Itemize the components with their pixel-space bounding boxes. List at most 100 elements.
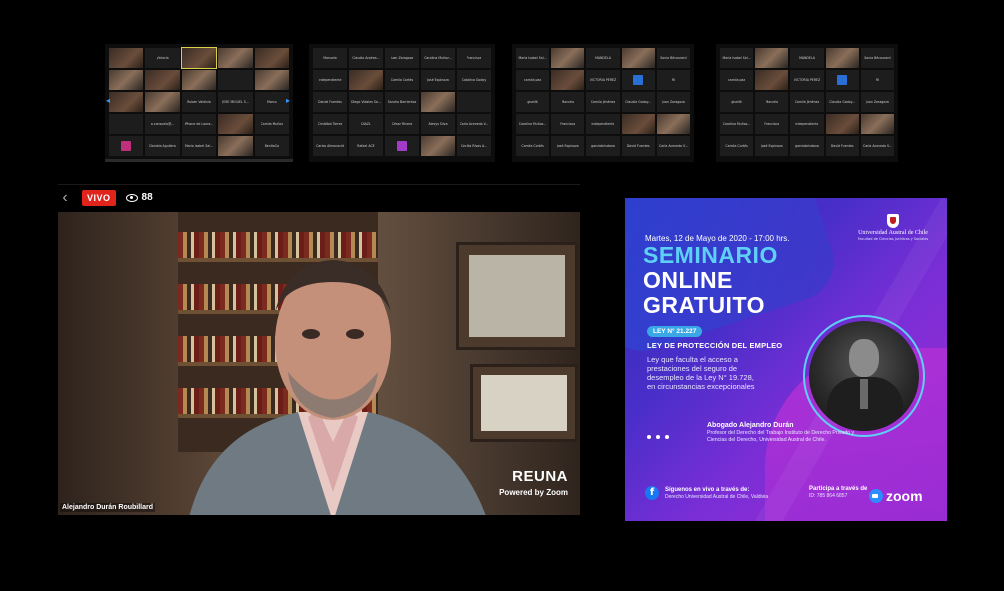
participant-tile[interactable] (421, 136, 455, 156)
participant-tile[interactable] (218, 48, 253, 68)
participant-tile[interactable] (656, 114, 690, 134)
participant-tile[interactable] (825, 48, 859, 68)
participant-tile[interactable] (109, 114, 144, 134)
participant-tile[interactable]: César Rivera (385, 114, 419, 134)
participant-tile[interactable]: Victoria (145, 48, 180, 68)
participant-tile[interactable] (109, 136, 144, 156)
participant-tile[interactable] (551, 70, 585, 90)
participant-tile[interactable]: Carla Acevedo V... (656, 136, 690, 156)
participant-tile[interactable]: camila paz (720, 70, 754, 90)
participant-tile[interactable] (218, 70, 253, 90)
participant-tile[interactable] (145, 70, 180, 90)
participant-tile[interactable]: Daniela Aguilera (145, 136, 180, 156)
participant-tile[interactable]: Marco (254, 92, 289, 112)
participant-tile[interactable]: DIAZL (349, 114, 383, 134)
participant-tile[interactable]: Claudia Godoy... (825, 92, 859, 112)
participant-tile[interactable]: Mario Isabel Sal... (181, 136, 217, 156)
participant-tile[interactable] (457, 92, 491, 112)
participant-tile[interactable]: Cecilia Rivas A... (457, 136, 491, 156)
participant-tile[interactable] (254, 70, 289, 90)
participant-tile[interactable]: Alexys Silva (421, 114, 455, 134)
participant-tile[interactable]: gisellit (516, 92, 550, 112)
participant-tile[interactable]: Camila Jiménez (586, 92, 620, 112)
participant-tile[interactable] (109, 92, 144, 112)
participant-tile[interactable]: garciabrisdana (586, 136, 620, 156)
participant-tile[interactable]: Marcelo (755, 92, 789, 112)
participant-tile[interactable]: gisellit (720, 92, 754, 112)
participant-tile[interactable] (180, 47, 218, 69)
participant-tile[interactable]: Diego Vidales Sa... (349, 92, 383, 112)
participant-tile[interactable]: iPhone de Laura... (181, 114, 217, 134)
participant-tile[interactable]: Carla Acevedo V... (860, 136, 894, 156)
participant-tile[interactable]: JOSE MIGUEL S... (218, 92, 253, 112)
participant-tile[interactable] (109, 48, 144, 68)
participant-tile[interactable]: Juan Zaragoza (860, 92, 894, 112)
participant-tile[interactable]: independiente (790, 114, 824, 134)
participant-tile[interactable]: Juan Zaragoza (656, 92, 690, 112)
participant-tile[interactable]: Marcelo (551, 92, 585, 112)
participant-tile[interactable]: a.consuelo@... (145, 114, 180, 134)
participant-tile[interactable]: Francisca (457, 48, 491, 68)
participant-tile[interactable]: Catalina Godoy (457, 70, 491, 90)
gallery-thumbnail-3[interactable]: Maria Isabel Sal... MANDELA Sonia Bécourar… (512, 44, 694, 162)
participant-tile[interactable]: RI (656, 70, 690, 90)
participant-tile[interactable] (218, 114, 253, 134)
participant-tile[interactable] (218, 136, 253, 156)
participant-tile[interactable]: David Fuentes (825, 136, 859, 156)
participant-tile[interactable]: MANDELA (790, 48, 824, 68)
participant-tile[interactable] (755, 48, 789, 68)
participant-tile[interactable] (254, 48, 289, 68)
participant-tile[interactable]: Daniel Fuentes (313, 92, 347, 112)
participant-tile[interactable]: David Fuentes (621, 136, 655, 156)
participant-tile[interactable] (825, 114, 859, 134)
participant-tile[interactable] (181, 70, 217, 90)
participant-tile[interactable]: Sandra Barrientos (385, 92, 419, 112)
participant-tile[interactable]: Carolina Muñoz... (720, 114, 754, 134)
back-arrow-icon[interactable]: ‹ (58, 189, 72, 207)
participant-tile[interactable] (109, 70, 144, 90)
participant-tile[interactable] (551, 48, 585, 68)
participant-tile[interactable]: José Espinoza (551, 136, 585, 156)
participant-tile[interactable] (621, 70, 655, 90)
next-page-icon[interactable]: ▸ (286, 96, 292, 106)
participant-tile[interactable]: Francisca (551, 114, 585, 134)
participant-tile[interactable] (825, 70, 859, 90)
participant-tile[interactable]: Francisca (755, 114, 789, 134)
participant-tile[interactable]: Cristóbal Torres (313, 114, 347, 134)
participant-tile[interactable] (145, 92, 180, 112)
participant-tile[interactable]: camila paz (516, 70, 550, 90)
participant-tile[interactable]: Manuela (313, 48, 347, 68)
gallery-thumbnail-1[interactable]: Victoria Ruben Valdivia JOSE MIGUEL S... Ma… (105, 44, 293, 162)
participant-tile[interactable]: José Espinoza (421, 70, 455, 90)
participant-tile[interactable]: Camila Jiménez (790, 92, 824, 112)
participant-tile[interactable]: Sonia Bécourard (860, 48, 894, 68)
participant-tile[interactable]: VICTORIA PEREZ (586, 70, 620, 90)
participant-tile[interactable]: Sonia Bécourard (656, 48, 690, 68)
participant-tile[interactable] (385, 136, 419, 156)
participant-tile[interactable]: Rafael ACE (349, 136, 383, 156)
participant-tile[interactable]: Camila Cortés (385, 70, 419, 90)
participant-tile[interactable] (755, 70, 789, 90)
participant-tile[interactable]: José Espinoza (755, 136, 789, 156)
participant-tile[interactable] (860, 114, 894, 134)
participant-tile[interactable]: BenitaCa (254, 136, 289, 156)
participant-tile[interactable]: independiente (313, 70, 347, 90)
participant-tile[interactable]: Carolina Muñoz... (516, 114, 550, 134)
participant-tile[interactable]: Camila Muñoz (254, 114, 289, 134)
participant-tile[interactable]: Camila Cortés (720, 136, 754, 156)
participant-tile[interactable]: Juan Zaragoza (385, 48, 419, 68)
participant-tile[interactable]: independiente (586, 114, 620, 134)
participant-tile[interactable] (621, 48, 655, 68)
participant-tile[interactable] (621, 114, 655, 134)
participant-tile[interactable]: MANDELA (586, 48, 620, 68)
gallery-thumbnail-4[interactable]: Maria Isabel Sal... MANDELA Sonia Bécourar… (716, 44, 898, 162)
participant-tile[interactable]: VICTORIA PEREZ (790, 70, 824, 90)
gallery-thumbnail-2[interactable]: Manuela Claudia Andrea... Juan Zaragoza Car… (309, 44, 495, 162)
participant-tile[interactable]: garciabrisdana (790, 136, 824, 156)
participant-tile[interactable]: Camila Cortés (516, 136, 550, 156)
participant-tile[interactable]: Carlos Almonacid (313, 136, 347, 156)
participant-tile[interactable]: Maria Isabel Sal... (720, 48, 754, 68)
participant-tile[interactable]: Maria Isabel Sal... (516, 48, 550, 68)
participant-tile[interactable]: Claudia Godoy... (621, 92, 655, 112)
participant-tile[interactable]: Claudia Andrea... (349, 48, 383, 68)
